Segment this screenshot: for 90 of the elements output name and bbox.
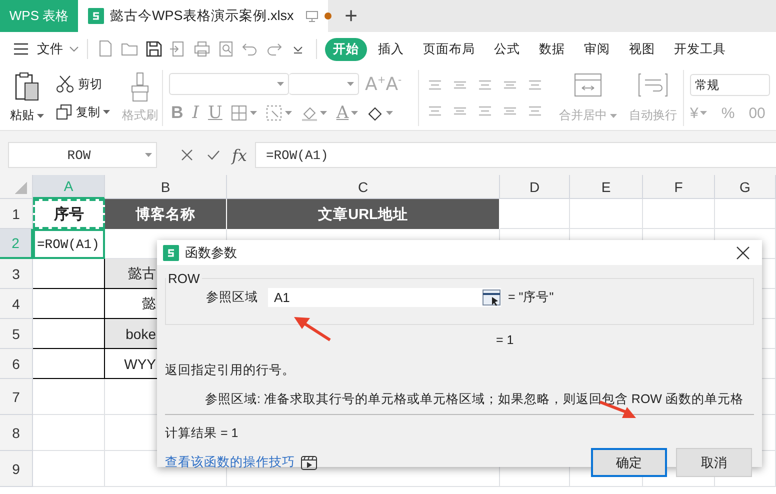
column-header[interactable]: G	[715, 175, 776, 199]
row-header[interactable]: 4	[0, 289, 33, 319]
caret-icon	[250, 111, 258, 115]
monitor-icon[interactable]	[306, 10, 318, 22]
caret-icon	[277, 82, 284, 86]
align-icon[interactable]	[427, 104, 444, 118]
caret-icon	[610, 114, 617, 118]
ok-button[interactable]: 确定	[591, 448, 667, 477]
merge-cells-icon	[572, 72, 604, 98]
row-header[interactable]: 3	[0, 259, 33, 289]
scissors-icon	[56, 75, 74, 94]
wrap-text-icon	[637, 72, 669, 98]
column-header[interactable]: D	[500, 175, 570, 199]
column-header[interactable]: F	[643, 175, 715, 199]
brush-icon	[130, 72, 150, 102]
help-link[interactable]: 查看该函数的操作技巧	[165, 454, 295, 471]
column-header[interactable]: C	[227, 175, 500, 199]
video-icon[interactable]	[301, 456, 317, 470]
caret-icon	[145, 153, 152, 157]
caret-icon	[103, 110, 110, 114]
caret-icon	[320, 111, 328, 115]
row-header[interactable]: 8	[0, 415, 33, 451]
align-icon[interactable]	[527, 104, 544, 118]
row-header[interactable]: 9	[0, 451, 33, 487]
calculation-result: 计算结果 = 1	[165, 425, 240, 442]
table-cell	[33, 349, 105, 379]
annotation-arrow	[292, 316, 332, 342]
ribbon-tab[interactable]: 插入	[370, 38, 412, 60]
align-icon[interactable]	[477, 78, 494, 92]
app-logo-icon	[163, 244, 179, 260]
cancel-button[interactable]: 取消	[676, 448, 752, 477]
save-icon[interactable]	[144, 39, 164, 59]
dialog-title: 函数参数	[185, 244, 237, 262]
new-tab-button[interactable]: +	[338, 0, 364, 32]
argument-field[interactable]: A1	[268, 288, 501, 307]
fill-icon[interactable]	[301, 105, 318, 121]
caret-icon	[37, 114, 44, 118]
table-cell: 文章URL地址	[227, 199, 500, 229]
number-format-field[interactable]: 常规	[690, 74, 770, 96]
spreadsheet-icon	[88, 8, 104, 24]
table-cell: 序号	[33, 199, 105, 229]
menu-icon[interactable]	[14, 43, 28, 55]
row-header[interactable]: 5	[0, 319, 33, 349]
caret-icon	[285, 111, 292, 115]
table-cell	[33, 451, 105, 487]
caret-icon	[350, 111, 358, 115]
insert-function-button[interactable]: fx	[232, 146, 247, 164]
caret-icon	[700, 111, 708, 116]
table-cell	[715, 199, 776, 229]
copy-icon	[56, 104, 72, 120]
file-menu[interactable]: 文件	[37, 40, 63, 58]
formula-field[interactable]: =ROW(A1)	[254, 142, 776, 168]
name-box[interactable]: ROW	[8, 142, 157, 168]
argument-result: = "序号"	[508, 289, 554, 306]
ribbon-tab[interactable]: 数据	[531, 38, 573, 60]
cut-button[interactable]: 剪切	[54, 73, 112, 96]
select-all-button[interactable]	[0, 175, 33, 199]
column-header[interactable]: E	[570, 175, 643, 199]
copy-button[interactable]: 复制	[54, 102, 112, 123]
ribbon-tab[interactable]: 页面布局	[415, 38, 483, 60]
ribbon-tab[interactable]: 视图	[621, 38, 663, 60]
cancel-icon[interactable]	[181, 149, 193, 161]
clipboard-icon	[14, 72, 40, 102]
function-result: = 1	[496, 333, 515, 347]
ribbon-tab[interactable]: 公式	[486, 38, 528, 60]
table-cell: 博客名称	[105, 199, 227, 229]
paste-button[interactable]: 粘贴	[6, 70, 48, 126]
chevron-icon[interactable]	[69, 46, 79, 52]
align-icon[interactable]	[427, 78, 444, 92]
borders-icon[interactable]	[231, 105, 248, 121]
caret-icon	[347, 82, 354, 86]
row-header[interactable]: 6	[0, 349, 33, 379]
range-picker-icon[interactable]	[482, 288, 501, 307]
ribbon-tab[interactable]: 开发工具	[666, 38, 734, 60]
print-icon[interactable]	[192, 39, 212, 59]
function-name: ROW	[167, 271, 201, 286]
close-icon[interactable]	[736, 246, 750, 260]
ribbon-tab[interactable]: 审阅	[576, 38, 618, 60]
table-cell	[33, 289, 105, 319]
document-title: 懿古今WPS表格演示案例.xlsx	[110, 7, 294, 25]
column-header[interactable]: B	[105, 175, 227, 199]
caret-icon	[386, 111, 393, 115]
clear-icon[interactable]	[366, 105, 383, 121]
align-icon[interactable]	[477, 104, 494, 118]
row-header[interactable]: 1	[0, 199, 33, 229]
align-icon[interactable]	[527, 78, 544, 92]
cell-editor[interactable]: =ROW(A1)	[33, 229, 105, 259]
row-header[interactable]: 7	[0, 379, 33, 415]
cell-style-icon[interactable]	[266, 105, 282, 121]
confirm-icon[interactable]	[207, 150, 220, 160]
